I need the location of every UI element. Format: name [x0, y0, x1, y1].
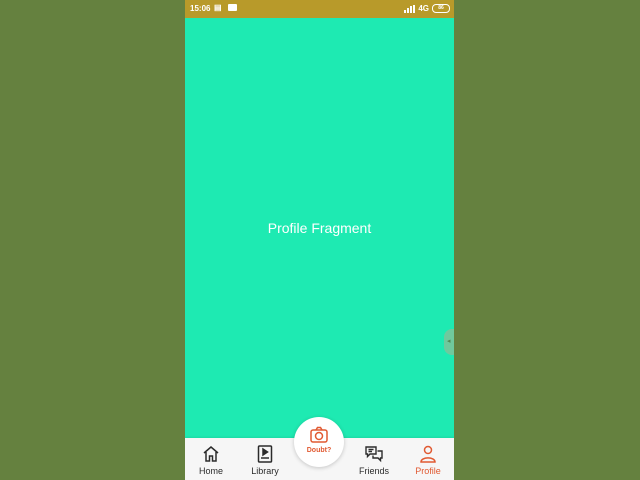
signal-icon	[404, 4, 416, 13]
doubt-button-label: Doubt?	[306, 447, 332, 454]
screen-record-icon	[228, 4, 237, 11]
nav-item-profile[interactable]: Profile	[403, 438, 453, 480]
handle-arrow-icon: ◂	[447, 338, 451, 345]
nav-item-library[interactable]: Library	[240, 438, 290, 480]
camera-icon	[310, 426, 328, 443]
status-time: 15:06	[190, 4, 211, 13]
edge-panel-handle[interactable]: ◂	[444, 329, 454, 355]
sim-notification-icon: ▤	[214, 3, 222, 12]
nav-label-library: Library	[251, 466, 279, 476]
phone-screen: 15:06 ▤ 4G 86 Profile Fragment ◂ Home Li…	[185, 0, 454, 480]
status-bar: 15:06 ▤ 4G 86	[185, 0, 454, 18]
chat-bubbles-icon	[365, 446, 383, 463]
status-indicators: 4G 86	[404, 4, 450, 13]
nav-label-profile: Profile	[415, 466, 441, 476]
network-type: 4G	[418, 4, 429, 13]
battery-icon: 86	[432, 4, 450, 13]
person-icon	[420, 445, 436, 463]
video-library-icon	[257, 445, 273, 463]
nav-item-friends[interactable]: Friends	[349, 438, 399, 480]
nav-item-home[interactable]: Home	[186, 438, 236, 480]
nav-label-home: Home	[198, 466, 223, 476]
doubt-camera-button[interactable]: Doubt?	[294, 417, 344, 467]
nav-label-friends: Friends	[358, 466, 389, 476]
home-icon	[203, 446, 219, 462]
profile-fragment-label: Profile Fragment	[267, 220, 372, 236]
